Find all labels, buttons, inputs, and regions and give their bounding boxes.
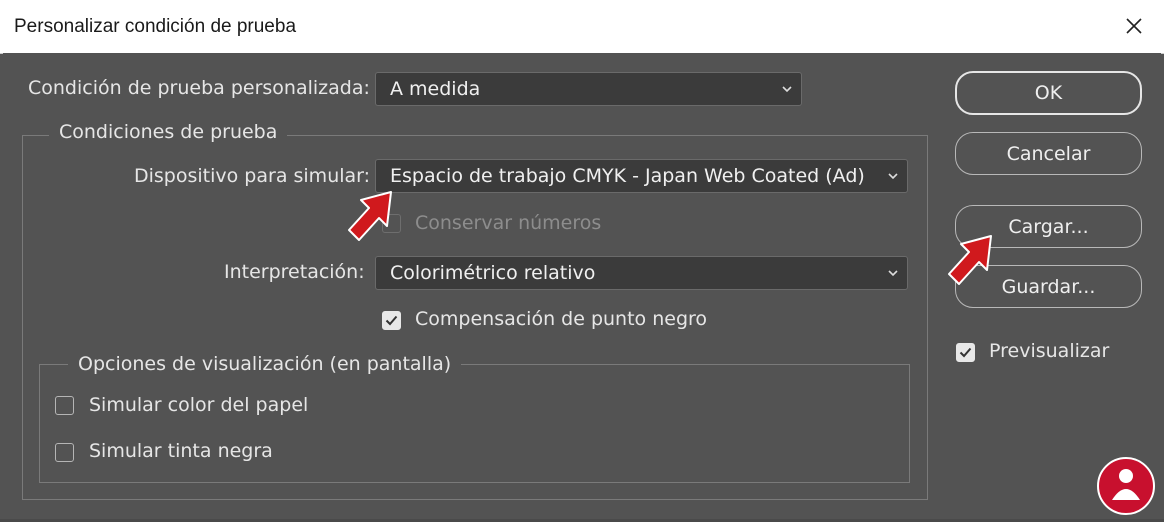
load-label: Cargar...: [1008, 215, 1089, 238]
device-select[interactable]: Espacio de trabajo CMYK - Japan Web Coat…: [375, 159, 908, 193]
arrow-pointer-icon: [348, 191, 392, 241]
checkmark-icon: [959, 347, 972, 358]
arrow-pointer-icon: [948, 235, 992, 285]
black-point-checkbox[interactable]: [382, 311, 401, 330]
paper-color-label: Simular color del papel: [89, 394, 309, 416]
preview-label: Previsualizar: [989, 340, 1110, 362]
display-options-legend: Opciones de visualización (en pantalla): [68, 353, 462, 375]
preserve-numbers-label: Conservar números: [415, 212, 602, 234]
black-point-label: Compensación de punto negro: [415, 308, 708, 330]
condition-label: Condición de prueba personalizada:: [28, 77, 370, 99]
checkmark-icon: [385, 315, 398, 326]
chevron-down-icon: [888, 270, 898, 277]
condition-value: A medida: [390, 78, 481, 100]
chevron-down-icon: [782, 86, 792, 93]
cancel-button[interactable]: Cancelar: [955, 132, 1142, 175]
chevron-down-icon: [888, 173, 898, 180]
rendering-select[interactable]: Colorimétrico relativo: [375, 256, 908, 290]
paper-color-checkbox[interactable]: [55, 396, 74, 415]
device-value: Espacio de trabajo CMYK - Japan Web Coat…: [390, 165, 865, 187]
window-title: Personalizar condición de prueba: [14, 16, 297, 37]
condition-select[interactable]: A medida: [375, 72, 802, 106]
rendering-value: Colorimétrico relativo: [390, 262, 596, 284]
title-bar: Personalizar condición de prueba: [0, 0, 1164, 54]
ok-label: OK: [1034, 82, 1063, 104]
black-ink-checkbox[interactable]: [55, 443, 74, 462]
watermark-logo: [1096, 456, 1156, 516]
close-icon[interactable]: [1122, 14, 1146, 38]
logo-icon: [1097, 457, 1155, 515]
preview-checkbox[interactable]: [956, 343, 975, 362]
rendering-label: Interpretación:: [224, 261, 365, 283]
save-label: Guardar...: [1001, 275, 1096, 298]
display-options-group: [39, 364, 910, 483]
device-label: Dispositivo para simular:: [134, 165, 371, 187]
black-ink-label: Simular tinta negra: [89, 440, 273, 462]
proof-conditions-legend: Condiciones de prueba: [49, 121, 288, 143]
cancel-label: Cancelar: [1006, 142, 1091, 165]
ok-button[interactable]: OK: [955, 71, 1142, 115]
